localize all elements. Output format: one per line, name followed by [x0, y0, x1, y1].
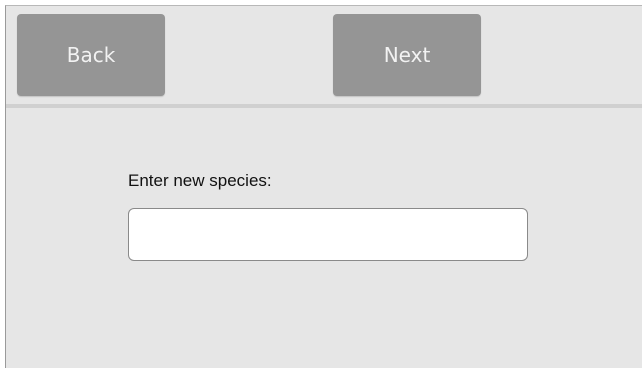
species-label: Enter new species:: [128, 171, 272, 190]
toolbar-divider: [6, 104, 642, 108]
next-button[interactable]: Next: [333, 14, 481, 96]
species-input[interactable]: [128, 208, 528, 261]
toolbar: Back Next: [6, 6, 642, 104]
app-frame: Back Next Enter new species:: [5, 5, 642, 368]
back-button[interactable]: Back: [17, 14, 165, 96]
